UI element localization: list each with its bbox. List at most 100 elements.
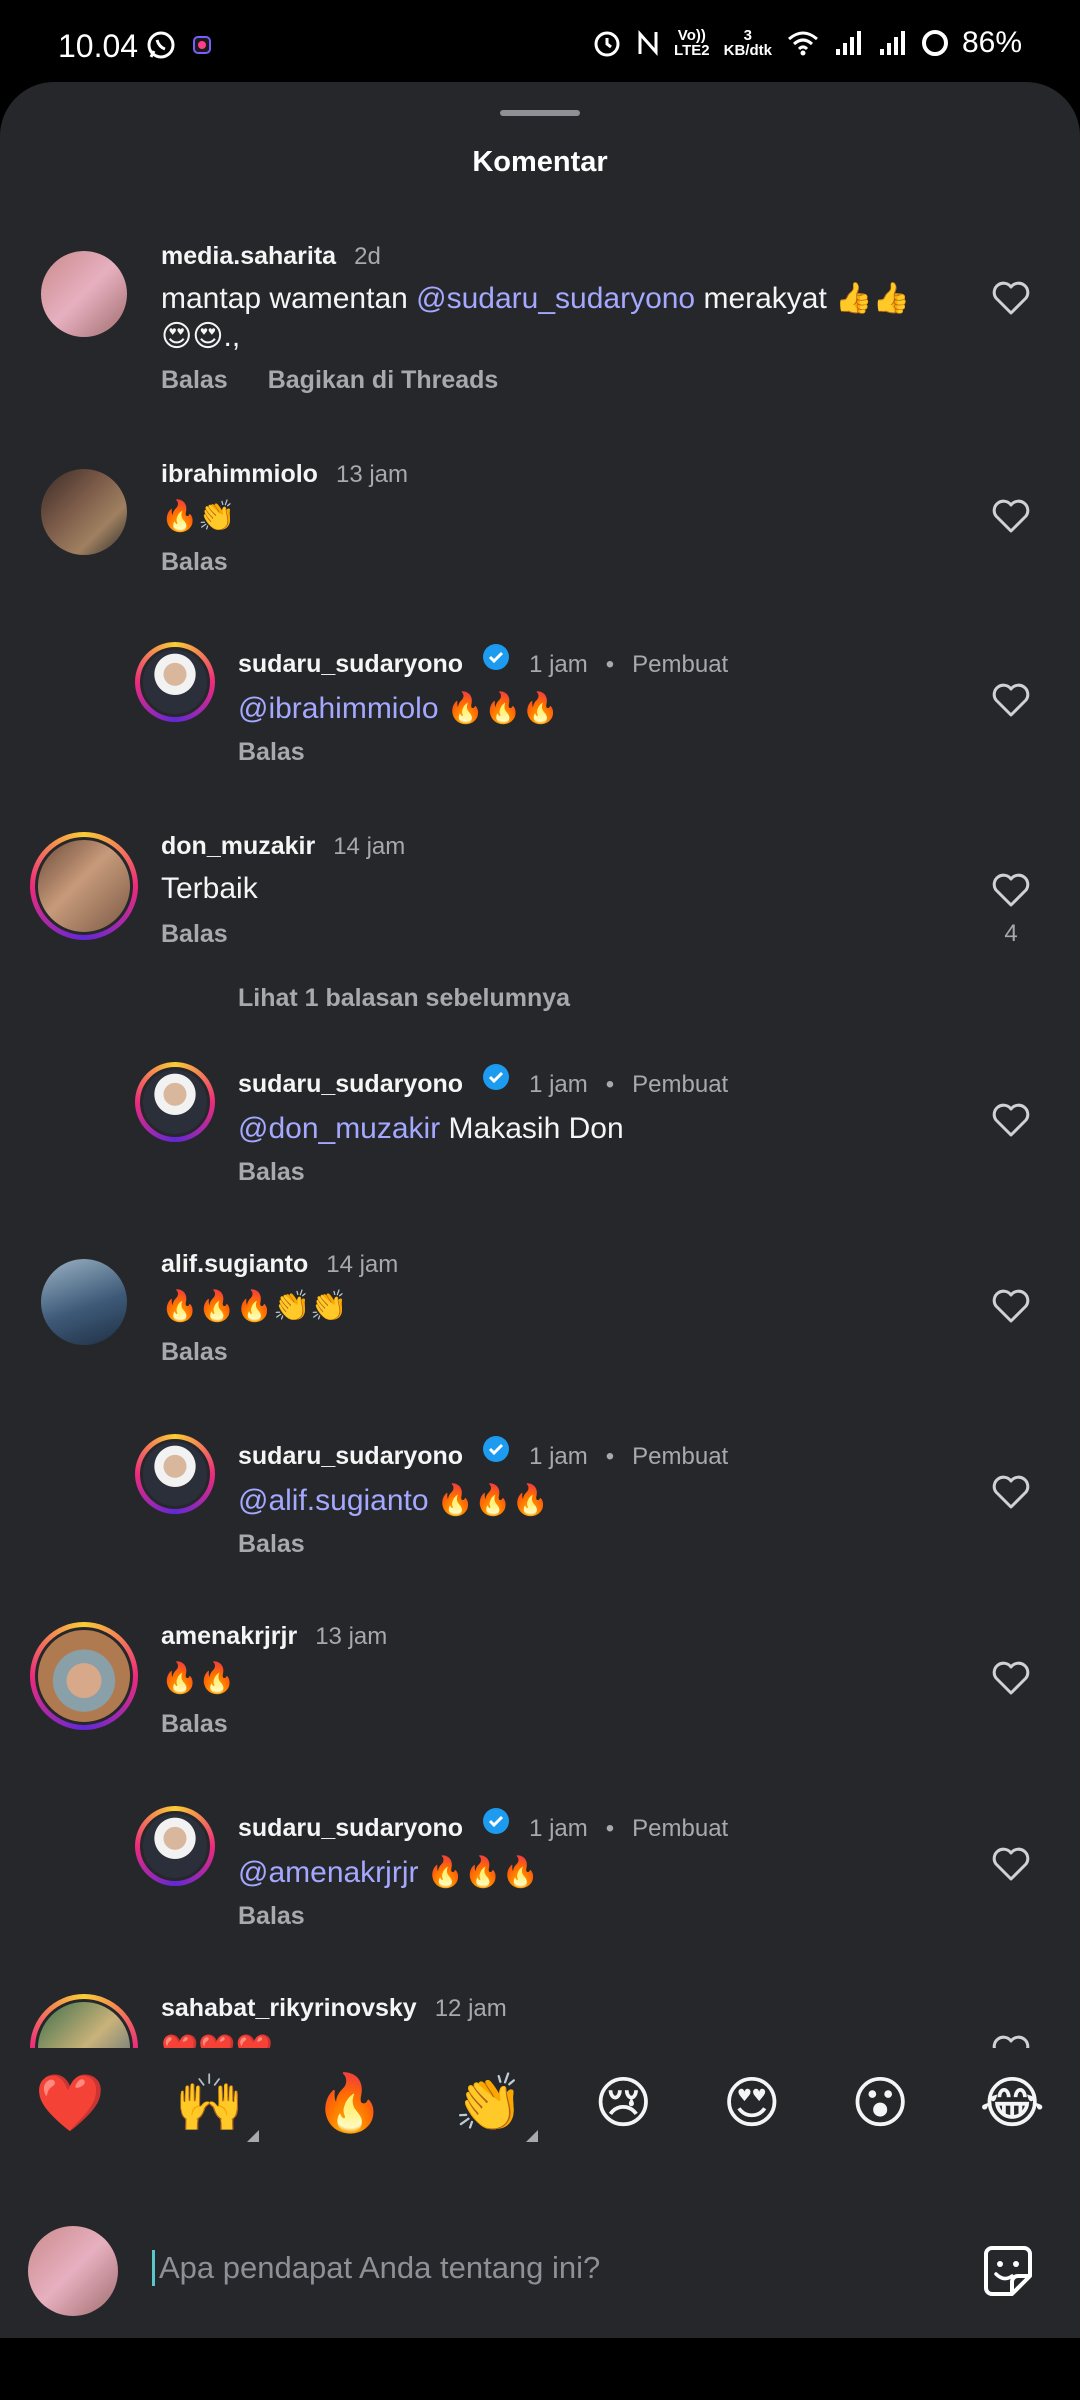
battery-percent: 86% <box>961 26 1022 59</box>
emoji-crying-button[interactable]: 😢 <box>594 2070 652 2136</box>
mention-link[interactable]: @amenakrjrjr <box>238 1856 418 1889</box>
heart-icon[interactable] <box>991 1846 1031 1882</box>
signal-icon <box>835 31 861 55</box>
avatar[interactable] <box>38 1256 130 1348</box>
comment-text: @amenakrjrjr 🔥🔥🔥 <box>238 1856 539 1889</box>
mention-link[interactable]: @don_muzakir <box>238 1112 440 1145</box>
status-bar: 10.04 Vo)) LTE2 3 KB/dtk 86% <box>0 0 1080 82</box>
my-avatar <box>28 2226 118 2316</box>
avatar[interactable] <box>38 466 130 558</box>
comment-text: 🔥🔥🔥👏👏 <box>161 1290 348 1323</box>
heart-icon[interactable] <box>991 1660 1031 1696</box>
emoji-fire-button[interactable]: 🔥 <box>315 2070 385 2136</box>
creator-label: Pembuat <box>632 1443 729 1470</box>
emoji-clap-button[interactable]: 👏 <box>454 2070 539 2142</box>
sticker-icon[interactable] <box>978 2242 1038 2302</box>
heart-icon[interactable] <box>991 1288 1031 1324</box>
separator-dot: • <box>605 1071 615 1098</box>
avatar[interactable] <box>38 248 130 340</box>
comment-time: 1 jam <box>529 1815 588 1842</box>
comment-username[interactable]: don_muzakir <box>161 832 315 861</box>
mention-link[interactable]: @ibrahimmiolo <box>238 692 439 725</box>
reply-button[interactable]: Balas <box>238 1902 305 1931</box>
avatar[interactable] <box>30 832 138 940</box>
comment-username[interactable]: sudaru_sudaryono <box>238 1442 463 1471</box>
wifi-icon <box>787 31 818 56</box>
heart-icon[interactable] <box>991 280 1031 316</box>
comment-text: mantap wamentan @sudaru_sudaryono meraky… <box>161 282 910 353</box>
comment-text: 🔥🔥 <box>161 1662 236 1695</box>
comments-sheet: Komentar media.saharita 2d mantap wament… <box>0 82 1080 2338</box>
reply-button[interactable]: Balas <box>161 1710 228 1739</box>
avatar[interactable] <box>135 1434 215 1514</box>
network-lte-indicator: Vo)) LTE2 <box>674 27 710 59</box>
whatsapp-icon <box>147 31 175 59</box>
comment-text: @alif.sugianto 🔥🔥🔥 <box>238 1484 549 1517</box>
emoji-heart-button[interactable]: ❤️ <box>35 2070 105 2136</box>
comment-time: 13 jam <box>335 461 409 488</box>
comment-input[interactable]: Apa pendapat Anda tentang ini? <box>152 2250 600 2286</box>
heart-icon[interactable] <box>991 498 1031 534</box>
comment-text: @ibrahimmiolo 🔥🔥🔥 <box>238 692 559 725</box>
comment-time: 1 jam <box>529 651 588 678</box>
app-notification-icon <box>193 36 211 54</box>
verified-badge-icon <box>483 1436 510 1462</box>
emoji-laughing-button[interactable]: 😂 <box>979 2070 1044 2136</box>
heart-icon[interactable] <box>991 1102 1031 1138</box>
comment-time: 1 jam <box>529 1443 588 1470</box>
emoji-quick-bar: ❤️ 🙌 🔥 👏 😢 😍 😮 😂 <box>0 2048 1080 2158</box>
avatar[interactable] <box>135 1062 215 1142</box>
reply-button[interactable]: Balas <box>161 920 228 949</box>
signal-icon <box>879 31 905 55</box>
comment-input-bar: Apa pendapat Anda tentang ini? <box>0 2158 1080 2338</box>
sheet-title: Komentar <box>472 146 608 178</box>
comment-time: 14 jam <box>333 833 406 860</box>
emoji-raised-hands-button[interactable]: 🙌 <box>175 2070 259 2142</box>
emoji-surprised-button[interactable]: 😮 <box>851 2070 909 2136</box>
share-threads-button[interactable]: Bagikan di Threads <box>268 366 499 395</box>
comment-username[interactable]: media.saharita <box>161 242 336 271</box>
reply-button[interactable]: Balas <box>161 1338 228 1367</box>
comment-username[interactable]: ibrahimmiolo <box>161 460 318 489</box>
comment-time: 13 jam <box>315 1623 388 1650</box>
reply-button[interactable]: Balas <box>238 738 305 767</box>
comment-time: 1 jam <box>529 1071 588 1098</box>
network-speed-indicator: 3 KB/dtk <box>723 27 772 59</box>
emoji-heart-eyes-button[interactable]: 😍 <box>723 2070 781 2136</box>
heart-icon[interactable] <box>991 682 1031 718</box>
reply-button[interactable]: Balas <box>161 366 228 395</box>
reply-button[interactable]: Balas <box>161 548 228 577</box>
comment-username[interactable]: alif.sugianto <box>161 1250 308 1279</box>
mention-link[interactable]: @sudaru_sudaryono <box>416 282 695 315</box>
comment-time: 14 jam <box>326 1251 399 1278</box>
separator-dot: • <box>605 1443 615 1470</box>
comment-text: @don_muzakir Makasih Don <box>238 1112 624 1145</box>
comment-text: Terbaik <box>161 872 258 905</box>
avatar[interactable] <box>30 1622 138 1730</box>
verified-badge-icon <box>483 1064 510 1090</box>
separator-dot: • <box>605 1815 615 1842</box>
creator-label: Pembuat <box>632 1815 729 1842</box>
alarm-icon <box>594 31 620 57</box>
battery-ring-icon <box>921 30 948 56</box>
separator-dot: • <box>605 651 615 678</box>
comment-username[interactable]: amenakrjrjr <box>161 1622 297 1651</box>
comment-username[interactable]: sudaru_sudaryono <box>238 1814 463 1843</box>
nfc-icon <box>638 30 658 56</box>
avatar[interactable] <box>135 642 215 722</box>
view-previous-replies-button[interactable]: Lihat 1 balasan sebelumnya <box>238 984 570 1013</box>
reply-button[interactable]: Balas <box>238 1530 305 1559</box>
drag-handle[interactable] <box>500 110 580 116</box>
reply-button[interactable]: Balas <box>238 1158 305 1187</box>
mention-link[interactable]: @alif.sugianto <box>238 1484 429 1517</box>
comment-username[interactable]: sahabat_rikyrinovsky <box>161 1994 417 2023</box>
verified-badge-icon <box>483 1808 510 1834</box>
comment-username[interactable]: sudaru_sudaryono <box>238 1070 463 1099</box>
verified-badge-icon <box>483 644 510 670</box>
heart-icon[interactable] <box>991 872 1031 908</box>
comment-username[interactable]: sudaru_sudaryono <box>238 650 463 679</box>
comment-time: 2d <box>354 243 381 270</box>
avatar[interactable] <box>135 1806 215 1886</box>
heart-icon[interactable] <box>991 1474 1031 1510</box>
comment-time: 12 jam <box>434 1995 507 2022</box>
